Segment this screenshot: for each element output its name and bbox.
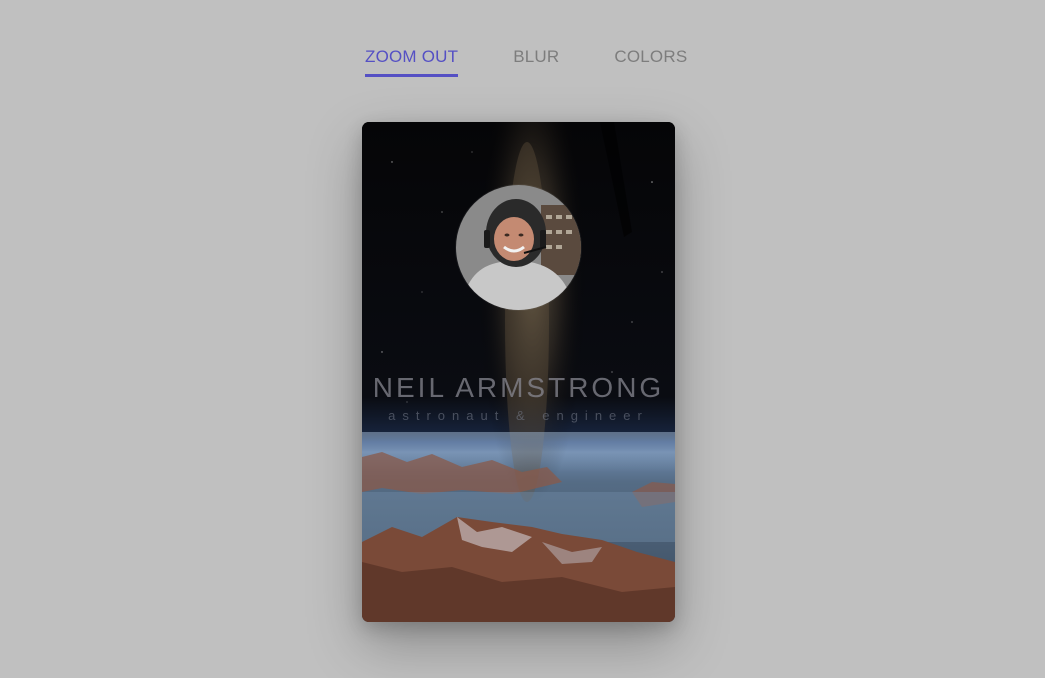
profile-photo	[456, 185, 581, 310]
profile-name: NEIL ARMSTRONG	[372, 372, 665, 403]
page: ZOOM OUT BLUR COLORS NEIL ARMSTRONG astr…	[0, 0, 1045, 678]
tab-zoom-out[interactable]: ZOOM OUT	[365, 46, 459, 77]
tab-blur[interactable]: BLUR	[513, 46, 559, 77]
profile-card[interactable]: NEIL ARMSTRONG astronaut & engineer	[362, 122, 675, 622]
profile-subtitle: astronaut & engineer	[388, 408, 649, 423]
tab-bar: ZOOM OUT BLUR COLORS	[365, 46, 687, 77]
tab-colors[interactable]: COLORS	[614, 46, 687, 77]
